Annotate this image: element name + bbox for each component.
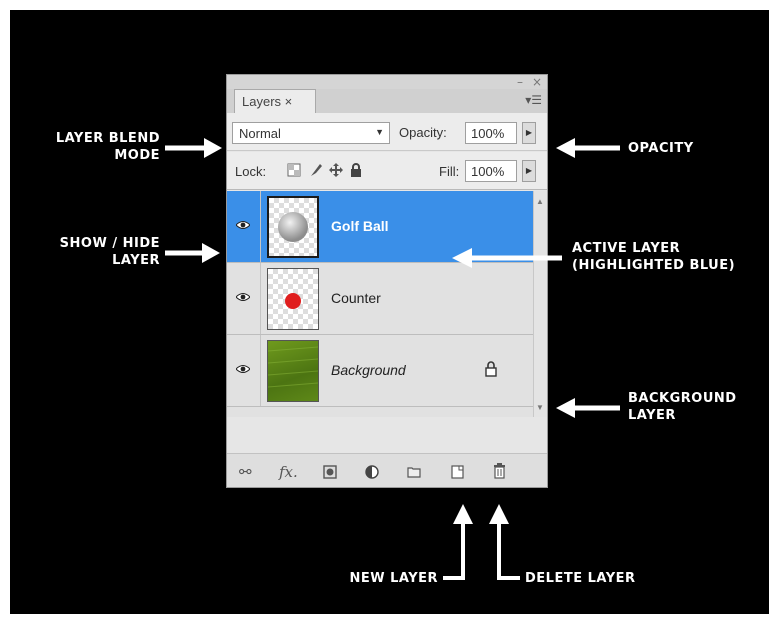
arrow-new-layer xyxy=(443,504,473,580)
callout-show-hide-layer: SHOW / HIDE LAYER xyxy=(59,236,160,268)
callout-background-layer: BACKGROUND LAYER xyxy=(628,391,737,423)
arrow-active-layer xyxy=(452,248,562,268)
callout-delete-layer: DELETE LAYER xyxy=(525,571,636,586)
callout-layer-blend-mode: LAYER BLEND MODE xyxy=(55,131,160,163)
arrow-background-layer xyxy=(556,398,620,418)
arrow-show-hide xyxy=(165,243,220,263)
arrow-blend-mode xyxy=(165,138,222,158)
callout-new-layer: NEW LAYER xyxy=(349,571,438,586)
arrow-opacity xyxy=(556,138,620,158)
arrow-delete-layer xyxy=(489,504,520,580)
callout-active-layer: ACTIVE LAYER (HIGHLIGHTED BLUE) xyxy=(572,241,736,273)
callout-opacity: OPACITY xyxy=(628,141,694,156)
callout-arrows xyxy=(165,138,620,580)
